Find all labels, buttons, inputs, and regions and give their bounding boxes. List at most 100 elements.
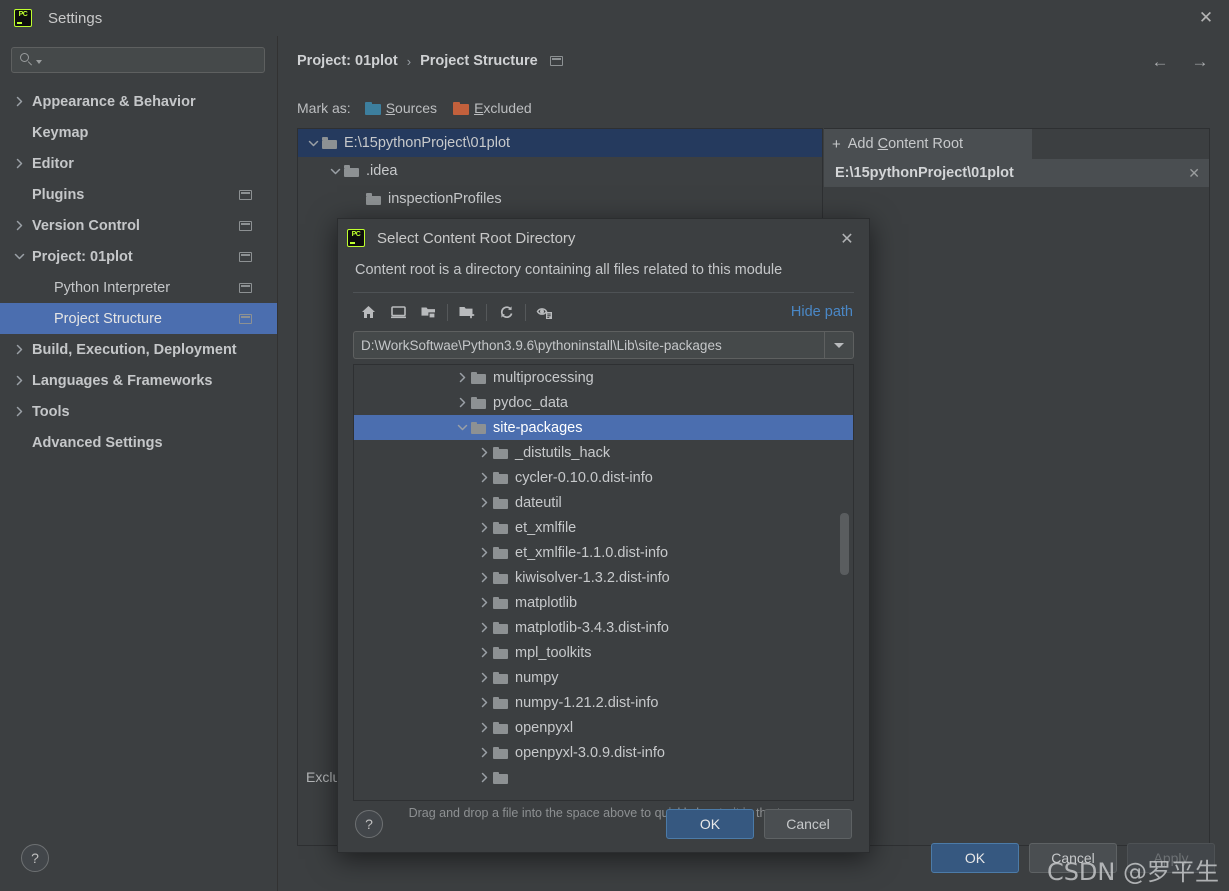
settings-sync-badge-icon xyxy=(239,283,252,293)
chevron-icon[interactable] xyxy=(454,422,471,433)
search-box[interactable] xyxy=(11,47,265,73)
sidebar-item-appearance-behavior[interactable]: Appearance & Behavior xyxy=(0,86,277,117)
directory-tree-row[interactable] xyxy=(354,765,853,790)
directory-tree-row[interactable]: et_xmlfile xyxy=(354,515,853,540)
sidebar-item-version-control[interactable]: Version Control xyxy=(0,210,277,241)
chevron-icon[interactable] xyxy=(476,747,493,758)
sidebar-item-label: Tools xyxy=(32,404,70,420)
directory-tree-row[interactable]: matplotlib-3.4.3.dist-info xyxy=(354,615,853,640)
dialog-close-icon[interactable]: ✕ xyxy=(837,229,857,249)
folder-icon xyxy=(493,572,508,584)
chevron-icon[interactable] xyxy=(476,772,493,783)
chevron-icon[interactable] xyxy=(476,722,493,733)
dialog-ok-button[interactable]: OK xyxy=(666,809,754,839)
folder-icon xyxy=(493,447,508,459)
chevron-icon[interactable] xyxy=(476,597,493,608)
new-folder-icon[interactable] xyxy=(452,299,482,325)
directory-tree-row[interactable]: numpy-1.21.2.dist-info xyxy=(354,690,853,715)
folder-icon xyxy=(366,193,381,205)
hide-path-link[interactable]: Hide path xyxy=(791,304,853,320)
cancel-button[interactable]: Cancel xyxy=(1029,843,1117,873)
chevron-icon[interactable] xyxy=(454,397,471,408)
chevron-icon[interactable] xyxy=(476,447,493,458)
sidebar-item-python-interpreter[interactable]: Python Interpreter xyxy=(0,272,277,303)
directory-tree-row[interactable]: et_xmlfile-1.1.0.dist-info xyxy=(354,540,853,565)
ok-button[interactable]: OK xyxy=(931,843,1019,873)
chevron-icon[interactable] xyxy=(476,697,493,708)
dialog-title-bar: PC Select Content Root Directory ✕ xyxy=(338,219,869,257)
chevron-icon[interactable] xyxy=(476,572,493,583)
chevron-icon[interactable] xyxy=(476,647,493,658)
vertical-scrollbar[interactable] xyxy=(840,513,849,575)
mark-as-sources-button[interactable]: Sources xyxy=(365,100,437,116)
sidebar-item-label: Build, Execution, Deployment xyxy=(32,342,237,358)
directory-tree-row[interactable]: multiprocessing xyxy=(354,365,853,390)
sidebar-tree: Appearance & BehaviorKeymapEditorPlugins… xyxy=(0,86,277,458)
add-content-root-button[interactable]: + Add Content Root xyxy=(824,129,1032,159)
chevron-icon[interactable] xyxy=(476,672,493,683)
breadcrumb-separator: › xyxy=(407,54,411,69)
directory-tree-row[interactable]: dateutil xyxy=(354,490,853,515)
home-icon[interactable] xyxy=(353,299,383,325)
sidebar-item-editor[interactable]: Editor xyxy=(0,148,277,179)
directory-tree-row[interactable]: matplotlib xyxy=(354,590,853,615)
chevron-icon xyxy=(14,344,30,355)
mark-as-toolbar: Mark as: Sources Excluded xyxy=(297,100,548,116)
directory-tree[interactable]: multiprocessing pydoc_data site-packages_d… xyxy=(353,364,854,801)
mark-as-excluded-button[interactable]: Excluded xyxy=(453,100,532,116)
path-dropdown-button[interactable] xyxy=(824,331,854,359)
chevron-icon[interactable] xyxy=(454,372,471,383)
directory-tree-label: kiwisolver-1.3.2.dist-info xyxy=(515,570,670,586)
refresh-icon[interactable] xyxy=(491,299,521,325)
forward-arrow-icon[interactable]: → xyxy=(1188,50,1212,74)
excluded-folder-icon xyxy=(453,102,469,115)
project-tree-label: E:\15pythonProject\01plot xyxy=(344,135,510,151)
content-root-row[interactable]: E:\15pythonProject\01plot ✕ xyxy=(824,159,1209,187)
directory-tree-row[interactable]: kiwisolver-1.3.2.dist-info xyxy=(354,565,853,590)
sidebar-item-tools[interactable]: Tools xyxy=(0,396,277,427)
directory-tree-row[interactable]: cycler-0.10.0.dist-info xyxy=(354,465,853,490)
search-input[interactable] xyxy=(42,52,264,69)
project-tree-row[interactable]: .idea xyxy=(298,157,822,185)
project-folder-icon[interactable] xyxy=(413,299,443,325)
directory-tree-label: pydoc_data xyxy=(493,395,568,411)
project-tree-row[interactable]: E:\15pythonProject\01plot xyxy=(298,129,822,157)
desktop-icon[interactable] xyxy=(383,299,413,325)
sidebar-item-advanced-settings[interactable]: Advanced Settings xyxy=(0,427,277,458)
dialog-help-button[interactable]: ? xyxy=(355,810,383,838)
remove-content-root-icon[interactable]: ✕ xyxy=(1188,165,1200,182)
help-button[interactable]: ? xyxy=(21,844,49,872)
folder-icon xyxy=(471,422,486,434)
folder-icon xyxy=(493,697,508,709)
chevron-icon[interactable] xyxy=(476,497,493,508)
directory-tree-row[interactable]: mpl_toolkits xyxy=(354,640,853,665)
sidebar-item-languages-frameworks[interactable]: Languages & Frameworks xyxy=(0,365,277,396)
path-input[interactable]: D:\WorkSoftwae\Python3.9.6\pythoninstall… xyxy=(353,331,824,359)
chevron-icon[interactable] xyxy=(304,138,322,149)
folder-icon xyxy=(493,722,508,734)
directory-tree-row[interactable]: numpy xyxy=(354,665,853,690)
sidebar-item-keymap[interactable]: Keymap xyxy=(0,117,277,148)
project-tree-row[interactable]: inspectionProfiles xyxy=(298,185,822,213)
show-hidden-files-icon[interactable] xyxy=(530,299,560,325)
sidebar-item-project-structure[interactable]: Project Structure xyxy=(0,303,277,334)
sidebar-item-build-execution-deployment[interactable]: Build, Execution, Deployment xyxy=(0,334,277,365)
directory-tree-row[interactable]: openpyxl xyxy=(354,715,853,740)
chevron-icon[interactable] xyxy=(326,166,344,177)
dialog-toolbar: Hide path xyxy=(338,293,869,331)
directory-tree-row[interactable]: pydoc_data xyxy=(354,390,853,415)
chevron-icon[interactable] xyxy=(476,472,493,483)
folder-icon xyxy=(493,747,508,759)
chevron-icon[interactable] xyxy=(476,547,493,558)
directory-tree-row[interactable]: openpyxl-3.0.9.dist-info xyxy=(354,740,853,765)
sidebar-item-project-01plot[interactable]: Project: 01plot xyxy=(0,241,277,272)
back-arrow-icon[interactable]: ← xyxy=(1148,50,1172,74)
dialog-cancel-button[interactable]: Cancel xyxy=(764,809,852,839)
close-icon[interactable]: ✕ xyxy=(1183,0,1229,35)
chevron-icon[interactable] xyxy=(476,622,493,633)
chevron-icon[interactable] xyxy=(476,522,493,533)
breadcrumb-parent[interactable]: Project: 01plot xyxy=(297,53,398,69)
directory-tree-row[interactable]: site-packages xyxy=(354,415,853,440)
sidebar-item-plugins[interactable]: Plugins xyxy=(0,179,277,210)
directory-tree-row[interactable]: _distutils_hack xyxy=(354,440,853,465)
